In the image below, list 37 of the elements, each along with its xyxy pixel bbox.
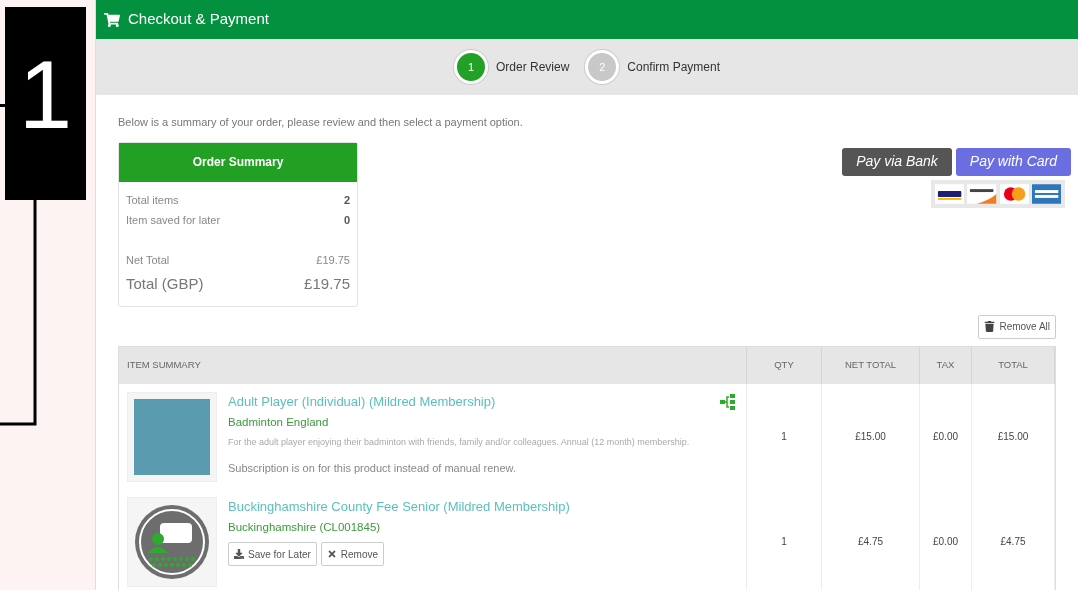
table-cell: 1 [747, 488, 822, 590]
column-header: ITEM SUMMARY [119, 346, 747, 384]
table-cell: £15.00 [972, 383, 1055, 489]
summary-value: 0 [343, 213, 350, 229]
column-header: TAX [920, 346, 972, 384]
header-title: Checkout & Payment [128, 9, 269, 30]
organisation-name: Badminton England [228, 415, 330, 430]
table-cell: £15.00 [822, 383, 920, 489]
summary-label: Item saved for later [126, 213, 221, 229]
product-description: For the adult player enjoying their badminton with friends, family and/or colleagues. Annual (12 month) membership. [228, 437, 691, 448]
column-header: QTY [747, 346, 822, 384]
column-header: TOTAL [972, 346, 1055, 384]
table-cell: £0.00 [920, 383, 972, 489]
table-cell: 1 [747, 383, 822, 489]
summary-value: 2 [343, 193, 350, 209]
remove-all-button[interactable]: Remove All [978, 314, 1056, 339]
net-total-label: Net Total [126, 252, 170, 268]
intro-text: Below is a summary of your order, please review and then select a payment option. [118, 115, 524, 130]
callout-badge: 1 [5, 7, 86, 200]
table-cell: £0.00 [920, 488, 972, 590]
total-value: £19.75 [304, 274, 350, 294]
step-label: Confirm Payment [627, 59, 721, 76]
remove-button[interactable]: Remove [320, 542, 385, 567]
table-cell: £4.75 [822, 488, 920, 590]
step-number: 1 [453, 50, 488, 84]
subscription-note: Subscription is on for this product instead of manual renew. [228, 461, 517, 477]
save-for-later-button[interactable]: Save for Later [228, 542, 317, 567]
summary-label: Total items [126, 193, 179, 209]
organisation-name: Buckinghamshire (CL001845) [228, 520, 382, 535]
step-label: Order Review [495, 59, 570, 76]
order-summary-title: Order Summary [119, 142, 357, 182]
table-cell: £4.75 [972, 488, 1055, 590]
pay-card-button[interactable]: Pay with Card [955, 147, 1071, 176]
net-total-value: £19.75 [316, 252, 350, 268]
total-label: Total (GBP) [126, 274, 204, 294]
pay-bank-button[interactable]: Pay via Bank [842, 147, 952, 176]
column-header: NET TOTAL [822, 346, 920, 384]
